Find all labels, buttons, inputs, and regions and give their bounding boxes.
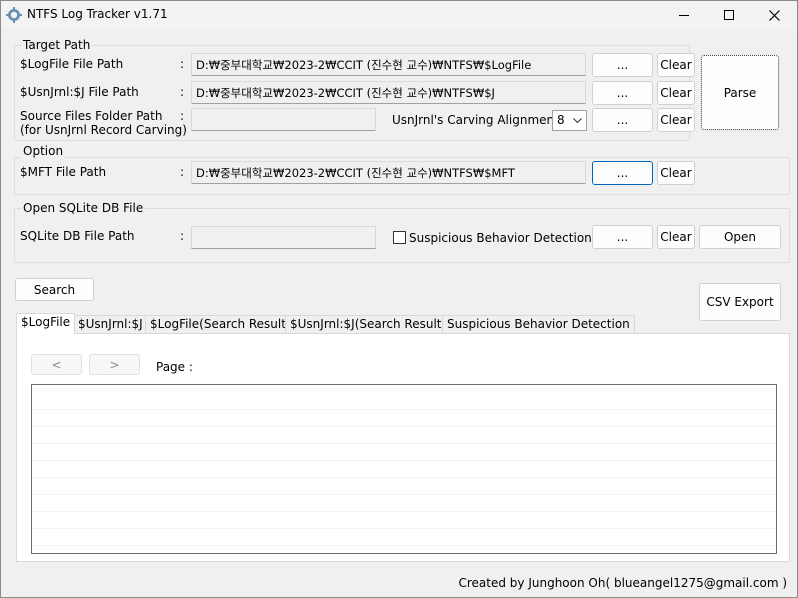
mft-clear-button[interactable]: Clear	[657, 161, 695, 185]
grid-row-divider	[32, 545, 776, 546]
colon: :	[180, 109, 185, 123]
minimize-button[interactable]	[661, 1, 707, 29]
sqlite-path-field[interactable]	[191, 226, 376, 249]
grid-row-divider	[32, 477, 776, 478]
logfile-path-label: $LogFile File Path	[20, 57, 124, 71]
minimize-icon	[679, 15, 689, 16]
mft-path-field[interactable]: D:₩중부대학교₩2023-2₩CCIT (진수현 교수)₩NTFS₩$MFT	[191, 161, 586, 184]
usnjrnl-path-field[interactable]: D:₩중부대학교₩2023-2₩CCIT (진수현 교수)₩NTFS₩$J	[191, 81, 586, 104]
window-title: NTFS Log Tracker v1.71	[27, 7, 168, 21]
source-folder-sublabel: (for UsnJrnl Record Carving)	[20, 123, 187, 137]
logfile-browse-button[interactable]: ...	[592, 53, 653, 77]
mft-browse-button[interactable]: ...	[592, 161, 653, 185]
source-folder-browse-button[interactable]: ...	[592, 108, 653, 132]
mft-path-label: $MFT File Path	[20, 165, 107, 179]
colon: :	[180, 165, 185, 179]
tab-logfile-search-result[interactable]: $LogFile(Search Result)	[145, 315, 296, 333]
sqlite-browse-button[interactable]: ...	[592, 225, 653, 249]
grid-row-divider	[32, 511, 776, 512]
colon: :	[180, 57, 185, 71]
app-window: NTFS Log Tracker v1.71 Target Path $LogF…	[0, 0, 798, 598]
maximize-icon	[724, 10, 734, 20]
maximize-button[interactable]	[706, 1, 752, 29]
gear-icon	[6, 7, 22, 23]
grid-row-divider	[32, 494, 776, 495]
usnjrnl-path-label: $UsnJrnl:$J File Path	[20, 85, 139, 99]
grid-row-divider	[32, 426, 776, 427]
sqlite-clear-button[interactable]: Clear	[657, 225, 695, 249]
target-path-group-label: Target Path	[21, 38, 93, 52]
grid-row-divider	[32, 460, 776, 461]
carving-alignment-value: 8	[557, 113, 565, 127]
grid-row-divider	[32, 528, 776, 529]
title-bar: NTFS Log Tracker v1.71	[1, 1, 797, 29]
page-label: Page :	[156, 360, 193, 374]
close-button[interactable]	[751, 1, 797, 29]
prev-page-button[interactable]: <	[31, 354, 82, 375]
next-page-button[interactable]: >	[89, 354, 140, 375]
usnjrnl-browse-button[interactable]: ...	[592, 81, 653, 105]
tab-logfile[interactable]: $LogFile	[16, 313, 76, 334]
source-folder-field[interactable]	[191, 108, 376, 131]
grid-row-divider	[32, 409, 776, 410]
tab-suspicious-behavior[interactable]: Suspicious Behavior Detection	[442, 315, 635, 333]
suspicious-behavior-checkbox[interactable]	[393, 231, 406, 244]
logfile-clear-button[interactable]: Clear	[657, 53, 695, 77]
source-folder-label: Source Files Folder Path	[20, 109, 163, 123]
chevron-down-icon	[573, 118, 582, 124]
results-grid[interactable]	[31, 384, 777, 554]
parse-button[interactable]: Parse	[700, 54, 780, 131]
close-icon	[768, 9, 780, 21]
colon: :	[180, 85, 185, 99]
tab-panel: < > Page :	[16, 333, 790, 562]
usnjrnl-clear-button[interactable]: Clear	[657, 81, 695, 105]
tab-usnjrnl[interactable]: $UsnJrnl:$J	[73, 315, 148, 333]
grid-row-divider	[32, 443, 776, 444]
search-button[interactable]: Search	[15, 278, 94, 301]
credit-text: Created by Junghoon Oh( blueangel1275@gm…	[458, 576, 788, 590]
carving-alignment-select[interactable]: 8	[552, 110, 587, 131]
option-group-label: Option	[21, 144, 66, 158]
carving-alignment-label: UsnJrnl's Carving Alignment :	[392, 113, 567, 127]
suspicious-behavior-label: Suspicious Behavior Detection	[409, 231, 592, 245]
logfile-path-field[interactable]: D:₩중부대학교₩2023-2₩CCIT (진수현 교수)₩NTFS₩$LogF…	[191, 53, 586, 76]
sqlite-group-label: Open SQLite DB File	[21, 201, 146, 215]
tab-usnjrnl-search-result[interactable]: $UsnJrnl:$J(Search Result)	[285, 315, 452, 333]
csv-export-button[interactable]: CSV Export	[699, 283, 781, 321]
sqlite-path-label: SQLite DB File Path	[20, 229, 135, 243]
source-folder-clear-button[interactable]: Clear	[657, 108, 695, 132]
colon: :	[180, 229, 185, 243]
sqlite-open-button[interactable]: Open	[699, 225, 781, 249]
